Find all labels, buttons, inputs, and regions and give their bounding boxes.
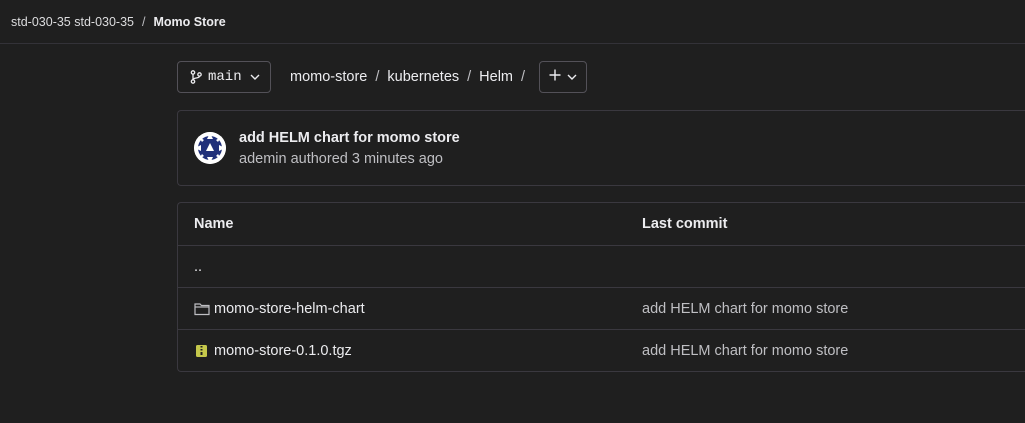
archive-file-icon [194,344,210,358]
file-name-cell: momo-store-helm-chart [194,301,365,317]
column-header-name: Name [194,216,234,232]
path-separator: / [521,69,526,85]
file-name-link[interactable]: momo-store-0.1.0.tgz [214,343,352,359]
table-row[interactable]: momo-store-0.1.0.tgz add HELM chart for … [178,329,1025,371]
branch-name: main [208,69,242,85]
column-header-last-commit: Last commit [642,216,728,232]
chevron-down-icon [250,74,260,80]
file-name-link[interactable]: momo-store-helm-chart [214,301,365,317]
path-segment-helm[interactable]: Helm [479,69,513,85]
breadcrumb-separator: / [142,14,146,29]
breadcrumb-group[interactable]: std-030-35 std-030-35 [11,15,134,29]
repository-content: main momo-store / kubernetes / Helm / ad… [177,61,1025,372]
branch-selector-button[interactable]: main [177,61,271,93]
chevron-down-icon [567,74,577,80]
add-to-tree-button[interactable] [539,61,588,93]
file-tree-table: Name Last commit .. momo-store-helm-char… [177,202,1025,372]
file-path-breadcrumb: momo-store / kubernetes / Helm / [290,69,533,85]
plus-icon [549,68,561,86]
breadcrumb-project[interactable]: Momo Store [153,15,225,29]
top-breadcrumb-bar: std-030-35 std-030-35 / Momo Store [0,0,1025,44]
folder-icon [194,302,210,316]
table-row-parent[interactable]: .. [178,245,1025,287]
commit-title[interactable]: add HELM chart for momo store [239,130,460,146]
table-header: Name Last commit [178,203,1025,245]
file-name-cell: momo-store-0.1.0.tgz [194,343,352,359]
table-row[interactable]: momo-store-helm-chart add HELM chart for… [178,287,1025,329]
path-separator: / [467,69,472,85]
commit-info: add HELM chart for momo store ademin aut… [239,130,460,167]
path-segment-kubernetes[interactable]: kubernetes [387,69,459,85]
path-segment-root[interactable]: momo-store [290,69,367,85]
path-separator: / [375,69,380,85]
row-commit-message[interactable]: add HELM chart for momo store [642,301,848,317]
last-commit-card: add HELM chart for momo store ademin aut… [177,110,1025,186]
repository-nav: main momo-store / kubernetes / Helm / [177,61,1025,93]
parent-directory-link[interactable]: .. [194,259,202,275]
commit-author-line: ademin authored 3 minutes ago [239,150,443,167]
row-commit-message[interactable]: add HELM chart for momo store [642,343,848,359]
branch-icon [190,70,202,84]
avatar[interactable] [194,132,226,164]
